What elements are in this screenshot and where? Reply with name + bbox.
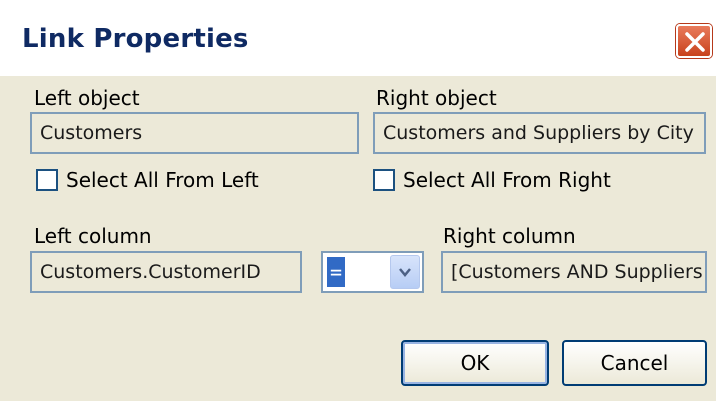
select-all-right-label: Select All From Right xyxy=(403,168,611,192)
chevron-down-icon xyxy=(399,268,411,277)
right-object-field[interactable]: Customers and Suppliers by City xyxy=(373,112,706,154)
dialog-title: Link Properties xyxy=(22,24,249,54)
select-all-left-checkbox[interactable]: Select All From Left xyxy=(36,168,259,192)
close-icon xyxy=(685,32,705,52)
operator-dropdown[interactable]: = xyxy=(321,251,424,293)
dropdown-button[interactable] xyxy=(390,255,420,289)
left-column-field[interactable]: Customers.CustomerID xyxy=(30,251,302,293)
operator-value: = xyxy=(327,257,345,287)
right-column-field[interactable]: [Customers AND Suppliers xyxy=(441,251,707,293)
left-column-label: Left column xyxy=(34,224,152,248)
link-properties-dialog: Link Properties Left object Customers Ri… xyxy=(0,0,716,401)
title-bar: Link Properties xyxy=(0,0,716,76)
ok-button[interactable]: OK xyxy=(401,340,549,386)
select-all-right-checkbox[interactable]: Select All From Right xyxy=(373,168,611,192)
checkbox-box[interactable] xyxy=(373,169,395,191)
right-column-label: Right column xyxy=(443,224,576,248)
right-object-label: Right object xyxy=(376,86,497,110)
checkbox-box[interactable] xyxy=(36,169,58,191)
close-button[interactable] xyxy=(676,24,712,58)
left-object-field[interactable]: Customers xyxy=(30,112,359,154)
select-all-left-label: Select All From Left xyxy=(66,168,259,192)
left-object-label: Left object xyxy=(34,86,140,110)
cancel-button[interactable]: Cancel xyxy=(562,340,707,386)
